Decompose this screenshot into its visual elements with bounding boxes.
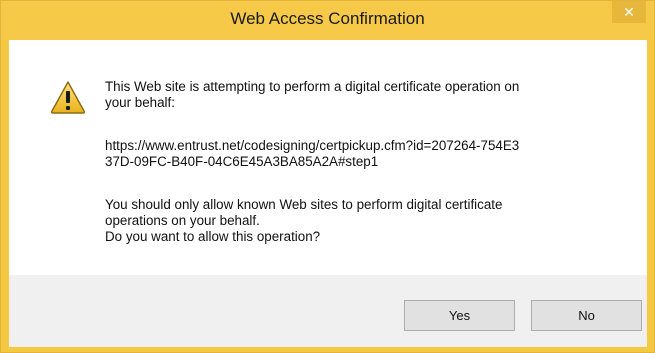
url-line: 37D-09FC-B40F-04C6E45A3BA85A2A#step1 — [105, 154, 379, 169]
no-button[interactable]: No — [531, 300, 642, 331]
close-icon: ✕ — [623, 4, 635, 20]
url-text: https://www.entrust.net/codesigning/cert… — [105, 138, 519, 170]
intro-line: your behalf: — [105, 95, 175, 110]
url-line: https://www.entrust.net/codesigning/cert… — [105, 138, 520, 153]
dialog-content: This Web site is attempting to perform a… — [9, 40, 647, 275]
close-button[interactable]: ✕ — [612, 1, 646, 23]
advice-line: operations on your behalf. — [105, 213, 260, 228]
intro-line: This Web site is attempting to perform a… — [105, 79, 520, 94]
button-bar: Yes No — [9, 275, 647, 347]
warning-icon — [50, 81, 86, 114]
title-bar[interactable]: Web Access Confirmation ✕ — [1, 1, 654, 40]
intro-text: This Web site is attempting to perform a… — [105, 79, 519, 111]
window-title: Web Access Confirmation — [230, 9, 425, 28]
dialog-window: Web Access Confirmation ✕ This Web site … — [0, 0, 655, 353]
advice-line: You should only allow known Web sites to… — [105, 197, 503, 212]
yes-button[interactable]: Yes — [404, 300, 515, 331]
advice-text: You should only allow known Web sites to… — [105, 197, 502, 245]
question-line: Do you want to allow this operation? — [105, 229, 321, 244]
